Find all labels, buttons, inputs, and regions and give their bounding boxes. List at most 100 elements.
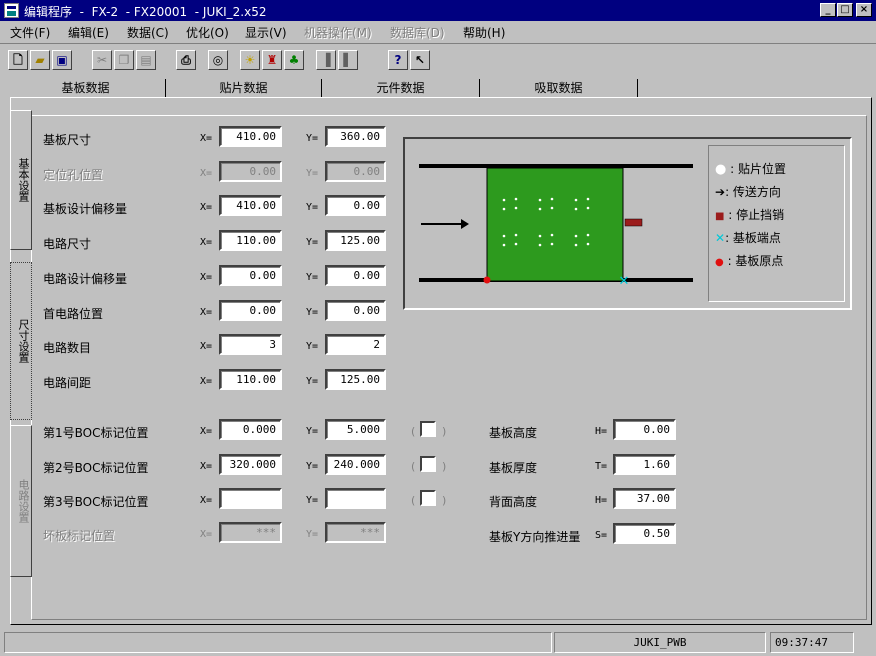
side-tab-basic[interactable]: 基本设置 [10,110,32,250]
y-input[interactable]: 125.00 [325,368,386,390]
help-icon[interactable]: ? [388,50,408,70]
find-icon[interactable]: ◎ [208,50,228,70]
tab-placement-data[interactable]: 贴片数据 [166,79,322,98]
x-input[interactable]: 110.00 [219,368,282,390]
placement-dot [586,197,590,201]
y-prefix: Y= [306,375,319,387]
menu-machine: 机器操作(M) [304,26,372,40]
maximize-button[interactable]: □ [837,3,853,17]
y-input[interactable]: 2 [325,334,386,356]
new-file-icon[interactable]: 🗋 [8,50,28,70]
boc-x-input[interactable]: 0.000 [219,419,282,440]
side-tab-size-label: 尺寸设置 [17,319,30,363]
placement-dot [502,198,506,202]
menu-file[interactable]: 文件(F) [10,24,50,41]
boc-y-input[interactable]: 5.000 [325,419,386,440]
y-input[interactable]: 360.00 [325,126,386,147]
y-input[interactable]: 0.00 [325,195,386,217]
component-icon[interactable]: ♜ [262,50,282,70]
board-origin-marker [483,276,491,284]
app-icon[interactable] [4,3,19,18]
boc-checkbox[interactable] [420,490,436,506]
menu-data[interactable]: 数据(C) [127,24,169,41]
right-field-prefix: S= [595,529,608,541]
placement-dot [586,242,590,246]
tab-component-data[interactable]: 元件数据 [322,79,480,98]
open-folder-icon[interactable]: ▰ [30,50,50,70]
y-prefix: Y= [306,341,319,353]
bad-mark-y: *** [325,522,386,543]
right-field-input[interactable]: 37.00 [613,488,676,509]
right-field-input[interactable]: 0.00 [613,419,676,440]
menu-edit[interactable]: 编辑(E) [68,24,109,41]
x-prefix: X= [200,237,213,249]
boc-checkbox[interactable] [420,455,436,472]
legend-placement: ● : 贴片位置 [715,160,786,177]
x-input: 0.00 [219,160,282,182]
y-prefix: Y= [306,306,319,318]
right-field-prefix: H= [595,426,608,437]
right-field-input[interactable]: 1.60 [613,453,676,475]
x-input[interactable]: 3 [219,334,282,356]
placement-dot [574,207,578,211]
copy-icon: ❐ [114,50,134,70]
y-input[interactable]: 0.00 [325,299,386,321]
tab-row: 基板数据 贴片数据 元件数据 吸取数据 [0,76,876,98]
placement-dot [550,233,554,237]
side-tab-circuit[interactable]: 电路设置 [10,425,32,577]
close-button[interactable]: × [856,3,872,17]
board-end-marker: ✕ [619,274,630,289]
x-input[interactable]: 410.00 [219,126,282,147]
x-prefix: X= [200,306,213,318]
side-tab-size[interactable]: 尺寸设置 [10,262,32,420]
y-prefix: Y= [306,426,319,437]
x-input[interactable]: 410.00 [219,195,282,217]
legend: ● : 贴片位置 ➔: 传送方向 ■ : 停止挡销 ✕: 基板端点 ● : 基板… [708,145,845,302]
boc-label: 第1号BOC标记位置 [43,426,149,440]
placement-dot [514,242,518,246]
y-prefix: Y= [306,529,319,540]
menu-optimize[interactable]: 优化(O) [186,24,229,41]
right-field-input[interactable]: 0.50 [613,522,676,544]
x-prefix: X= [200,426,213,437]
lightbulb-icon[interactable]: ☀ [240,50,260,70]
menu-view[interactable]: 显示(V) [245,24,287,41]
y-prefix: Y= [306,202,319,214]
row-label: 首电路位置 [43,306,104,321]
right-field-label: 基板厚度 [489,460,538,475]
save-icon[interactable]: ▣ [52,50,72,70]
boc-y-input[interactable]: 240.000 [325,453,386,475]
stop-pin [624,218,643,227]
x-input[interactable]: 0.00 [219,264,282,286]
print-icon[interactable]: ⎙ [176,50,196,70]
row-label: 基板设计偏移量 [43,202,128,217]
boc-y-input[interactable] [325,488,386,509]
red-dot-icon: ● [715,257,724,268]
right-field-prefix: H= [595,495,608,506]
boc-x-input[interactable] [219,488,282,509]
placement-dot [550,197,554,201]
side-tab-circuit-label: 电路设置 [17,479,30,523]
menu-help[interactable]: 帮助(H) [463,24,505,41]
y-input[interactable]: 0.00 [325,264,386,286]
tab-board-data[interactable]: 基板数据 [6,79,166,98]
boc-label: 第3号BOC标记位置 [43,495,149,509]
legend-stopper-label: : 停止挡销 [728,208,785,222]
boc-checkbox[interactable] [420,421,436,437]
x-input[interactable]: 110.00 [219,230,282,252]
group-icon[interactable]: ♣ [284,50,304,70]
placement-dot [502,207,506,211]
minimize-button[interactable]: _ [820,3,836,17]
legend-direction-label: : 传送方向 [725,185,781,199]
context-help-icon[interactable]: ↖ [410,50,430,70]
x-prefix: X= [200,460,213,472]
status-time: 09:37:47 [770,632,854,653]
boc-x-input[interactable]: 320.000 [219,453,282,475]
window-title: 编辑程序 - FX-2 - FX20001 - JUKI_2.x52 [24,5,267,19]
tab-pickup-data[interactable]: 吸取数据 [480,79,638,98]
right-field-label: 基板Y方向推进量 [489,529,581,544]
status-bar: JUKI_PWB 09:37:47 [0,629,876,656]
y-input[interactable]: 125.00 [325,230,386,252]
x-input[interactable]: 0.00 [219,299,282,321]
y-prefix: Y= [306,271,319,283]
